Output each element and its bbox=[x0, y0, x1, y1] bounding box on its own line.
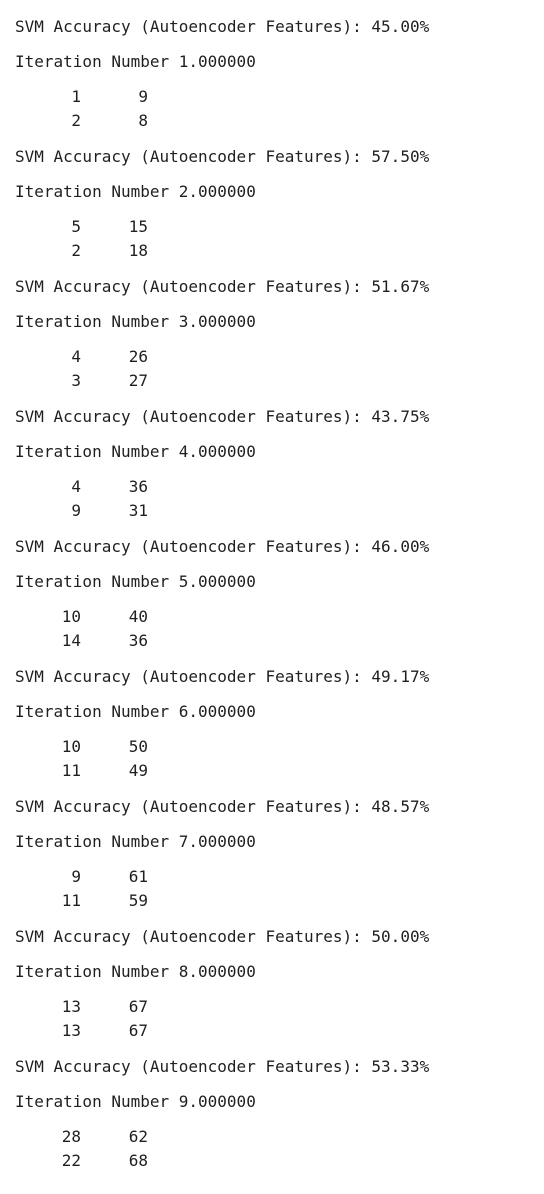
output-block: SVM Accuracy (Autoencoder Features): 57.… bbox=[15, 146, 535, 276]
iteration-line: Iteration Number 3.000000 bbox=[15, 312, 256, 331]
matrix-row: 2 8 bbox=[15, 110, 215, 132]
output-block: SVM Accuracy (Autoencoder Features): 45.… bbox=[15, 16, 535, 146]
matrix-cell: 67 bbox=[128, 1021, 148, 1040]
matrix-row: 10 40 bbox=[15, 606, 215, 628]
matrix-row: 9 31 bbox=[15, 500, 215, 522]
matrix-row: 14 36 bbox=[15, 630, 215, 652]
matrix-cell: 49 bbox=[128, 761, 148, 780]
matrix-cell: 10 bbox=[61, 737, 81, 756]
matrix-cell: 31 bbox=[128, 501, 148, 520]
accuracy-line: SVM Accuracy (Autoencoder Features): 43.… bbox=[15, 407, 430, 426]
matrix-cell: 9 bbox=[71, 867, 81, 886]
matrix-cell: 1 bbox=[71, 87, 81, 106]
matrix-cell: 26 bbox=[128, 347, 148, 366]
output-block: SVM Accuracy (Autoencoder Features): 50.… bbox=[15, 926, 535, 1056]
matrix-cell: 4 bbox=[71, 477, 81, 496]
output-block: SVM Accuracy (Autoencoder Features): 43.… bbox=[15, 406, 535, 536]
output-block: SVM Accuracy (Autoencoder Features): 51.… bbox=[15, 276, 535, 406]
accuracy-line: SVM Accuracy (Autoencoder Features): 51.… bbox=[15, 277, 430, 296]
matrix-cell: 62 bbox=[128, 1127, 148, 1146]
accuracy-line: SVM Accuracy (Autoencoder Features): 45.… bbox=[15, 17, 430, 36]
matrix-cell: 11 bbox=[61, 891, 81, 910]
matrix-cell: 15 bbox=[128, 217, 148, 236]
matrix-cell: 18 bbox=[128, 241, 148, 260]
matrix-cell: 40 bbox=[128, 607, 148, 626]
iteration-line: Iteration Number 2.000000 bbox=[15, 182, 256, 201]
iteration-line: Iteration Number 7.000000 bbox=[15, 832, 256, 851]
matrix-cell: 8 bbox=[138, 111, 148, 130]
matrix-cell: 11 bbox=[61, 761, 81, 780]
matrix-cell: 28 bbox=[61, 1127, 81, 1146]
matrix-row: 11 49 bbox=[15, 760, 215, 782]
console-output: SVM Accuracy (Autoencoder Features): 45.… bbox=[15, 16, 535, 1186]
matrix-cell: 13 bbox=[61, 1021, 81, 1040]
matrix-cell: 4 bbox=[71, 347, 81, 366]
matrix-row: 3 27 bbox=[15, 370, 215, 392]
matrix-cell: 22 bbox=[61, 1151, 81, 1170]
matrix-cell: 50 bbox=[128, 737, 148, 756]
accuracy-line: SVM Accuracy (Autoencoder Features): 53.… bbox=[15, 1057, 430, 1076]
matrix-row: 10 50 bbox=[15, 736, 215, 758]
matrix-row: 28 62 bbox=[15, 1126, 215, 1148]
matrix-cell: 9 bbox=[71, 501, 81, 520]
matrix-cell: 68 bbox=[128, 1151, 148, 1170]
matrix-cell: 5 bbox=[71, 217, 81, 236]
matrix-cell: 3 bbox=[71, 371, 81, 390]
matrix-cell: 36 bbox=[128, 477, 148, 496]
matrix-cell: 59 bbox=[128, 891, 148, 910]
accuracy-line: SVM Accuracy (Autoencoder Features): 50.… bbox=[15, 927, 430, 946]
matrix-row: 4 36 bbox=[15, 476, 215, 498]
output-block: SVM Accuracy (Autoencoder Features): 53.… bbox=[15, 1056, 535, 1186]
matrix-row: 5 15 bbox=[15, 216, 215, 238]
matrix-row: 9 61 bbox=[15, 866, 215, 888]
accuracy-line: SVM Accuracy (Autoencoder Features): 49.… bbox=[15, 667, 430, 686]
matrix-row: 2 18 bbox=[15, 240, 215, 262]
matrix-row: 13 67 bbox=[15, 996, 215, 1018]
accuracy-line: SVM Accuracy (Autoencoder Features): 57.… bbox=[15, 147, 430, 166]
matrix-row: 1 9 bbox=[15, 86, 215, 108]
matrix-row: 13 67 bbox=[15, 1020, 215, 1042]
accuracy-line: SVM Accuracy (Autoencoder Features): 46.… bbox=[15, 537, 430, 556]
accuracy-line: SVM Accuracy (Autoencoder Features): 48.… bbox=[15, 797, 430, 816]
matrix-cell: 2 bbox=[71, 241, 81, 260]
matrix-cell: 27 bbox=[128, 371, 148, 390]
matrix-cell: 67 bbox=[128, 997, 148, 1016]
iteration-line: Iteration Number 5.000000 bbox=[15, 572, 256, 591]
matrix-row: 11 59 bbox=[15, 890, 215, 912]
matrix-cell: 9 bbox=[138, 87, 148, 106]
matrix-cell: 10 bbox=[61, 607, 81, 626]
matrix-cell: 13 bbox=[61, 997, 81, 1016]
matrix-cell: 14 bbox=[61, 631, 81, 650]
iteration-line: Iteration Number 1.000000 bbox=[15, 52, 256, 71]
matrix-cell: 36 bbox=[128, 631, 148, 650]
matrix-row: 4 26 bbox=[15, 346, 215, 368]
matrix-row: 22 68 bbox=[15, 1150, 215, 1172]
iteration-line: Iteration Number 6.000000 bbox=[15, 702, 256, 721]
output-block: SVM Accuracy (Autoencoder Features): 46.… bbox=[15, 536, 535, 666]
iteration-line: Iteration Number 8.000000 bbox=[15, 962, 256, 981]
output-block: SVM Accuracy (Autoencoder Features): 49.… bbox=[15, 666, 535, 796]
output-block: SVM Accuracy (Autoencoder Features): 48.… bbox=[15, 796, 535, 926]
matrix-cell: 61 bbox=[128, 867, 148, 886]
iteration-line: Iteration Number 9.000000 bbox=[15, 1092, 256, 1111]
matrix-cell: 2 bbox=[71, 111, 81, 130]
iteration-line: Iteration Number 4.000000 bbox=[15, 442, 256, 461]
